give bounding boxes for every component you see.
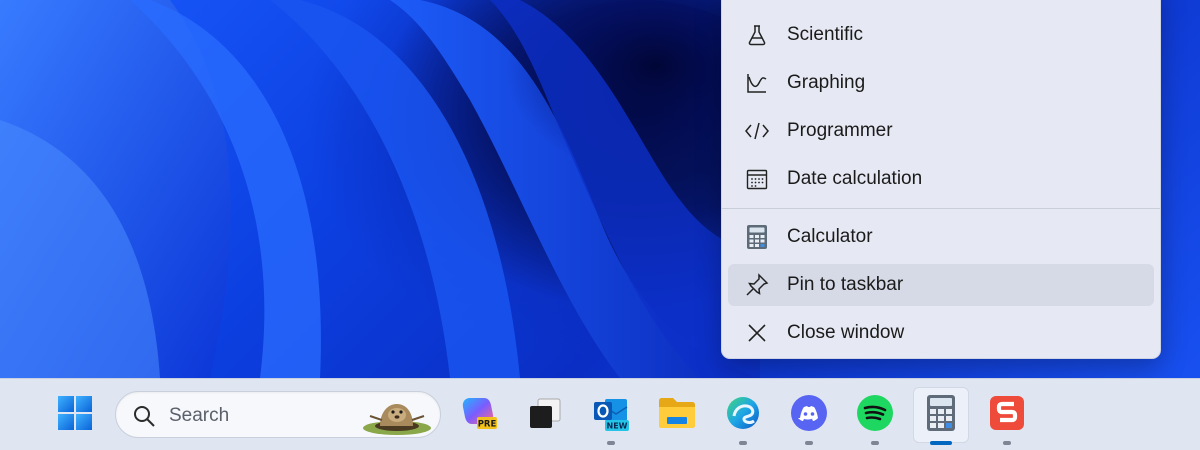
taskbar-app-task-view[interactable] <box>517 387 573 443</box>
menu-item-label: Graphing <box>787 72 866 93</box>
taskbar-app-discord[interactable] <box>781 387 837 445</box>
running-indicator <box>1003 441 1011 445</box>
outlook-icon: NEW <box>591 393 631 437</box>
taskbar-app-file-explorer[interactable] <box>649 387 705 443</box>
running-indicator <box>607 441 615 445</box>
outlook-new-badge: NEW <box>607 422 628 431</box>
search-highlight-image <box>360 396 434 440</box>
graphing-icon <box>744 70 770 96</box>
folder-icon <box>657 395 697 435</box>
calendar-icon <box>744 166 770 192</box>
office-s-icon <box>988 394 1026 436</box>
copilot-pre-badge: PRE <box>478 420 497 430</box>
running-indicator <box>739 441 747 445</box>
menu-item-programmer[interactable]: Programmer <box>728 110 1154 152</box>
menu-item-label: Calculator <box>787 226 873 247</box>
taskbar-app-copilot[interactable]: PRE <box>451 387 507 443</box>
taskbar-app-edge[interactable] <box>715 387 771 445</box>
taskbar-app-wps-office[interactable] <box>979 387 1035 445</box>
menu-item-label: Scientific <box>787 24 864 45</box>
calculator-icon <box>926 394 956 436</box>
edge-icon <box>724 394 762 436</box>
menu-item-scientific[interactable]: Scientific <box>728 14 1154 56</box>
pin-icon <box>744 272 770 298</box>
active-indicator <box>930 441 952 445</box>
start-button[interactable] <box>47 387 103 443</box>
taskbar-app-spotify[interactable] <box>847 387 903 445</box>
close-icon <box>744 320 770 346</box>
menu-item-pin-to-taskbar[interactable]: Pin to taskbar <box>728 264 1154 306</box>
windows-start-icon <box>57 395 93 435</box>
taskbar: Search PRE NEW <box>0 378 1200 450</box>
running-indicator <box>871 441 879 445</box>
taskbar-app-calculator[interactable] <box>913 387 969 445</box>
discord-icon <box>790 394 828 436</box>
menu-item-calculator[interactable]: Calculator <box>728 216 1154 258</box>
menu-item-label: Date calculation <box>787 168 923 189</box>
menu-item-graphing[interactable]: Graphing <box>728 62 1154 104</box>
taskbar-app-outlook[interactable]: NEW <box>583 387 639 445</box>
search-placeholder: Search <box>169 405 230 426</box>
task-view-icon <box>526 394 564 436</box>
menu-item-label: Close window <box>787 322 905 343</box>
running-indicator <box>805 441 813 445</box>
taskbar-search-box[interactable]: Search <box>115 391 441 438</box>
calculator-icon <box>744 224 770 250</box>
flask-icon <box>744 22 770 48</box>
spotify-icon <box>856 394 894 436</box>
code-icon <box>744 118 770 144</box>
menu-item-date-calculation[interactable]: Date calculation <box>728 158 1154 200</box>
menu-divider <box>722 208 1160 209</box>
menu-item-label: Pin to taskbar <box>787 274 904 295</box>
search-icon <box>132 404 156 432</box>
copilot-icon: PRE <box>460 394 498 436</box>
calculator-jump-list-menu: Scientific Graphing Programmer Date calc… <box>721 0 1161 359</box>
menu-item-label: Programmer <box>787 120 893 141</box>
menu-item-close-window[interactable]: Close window <box>728 312 1154 354</box>
